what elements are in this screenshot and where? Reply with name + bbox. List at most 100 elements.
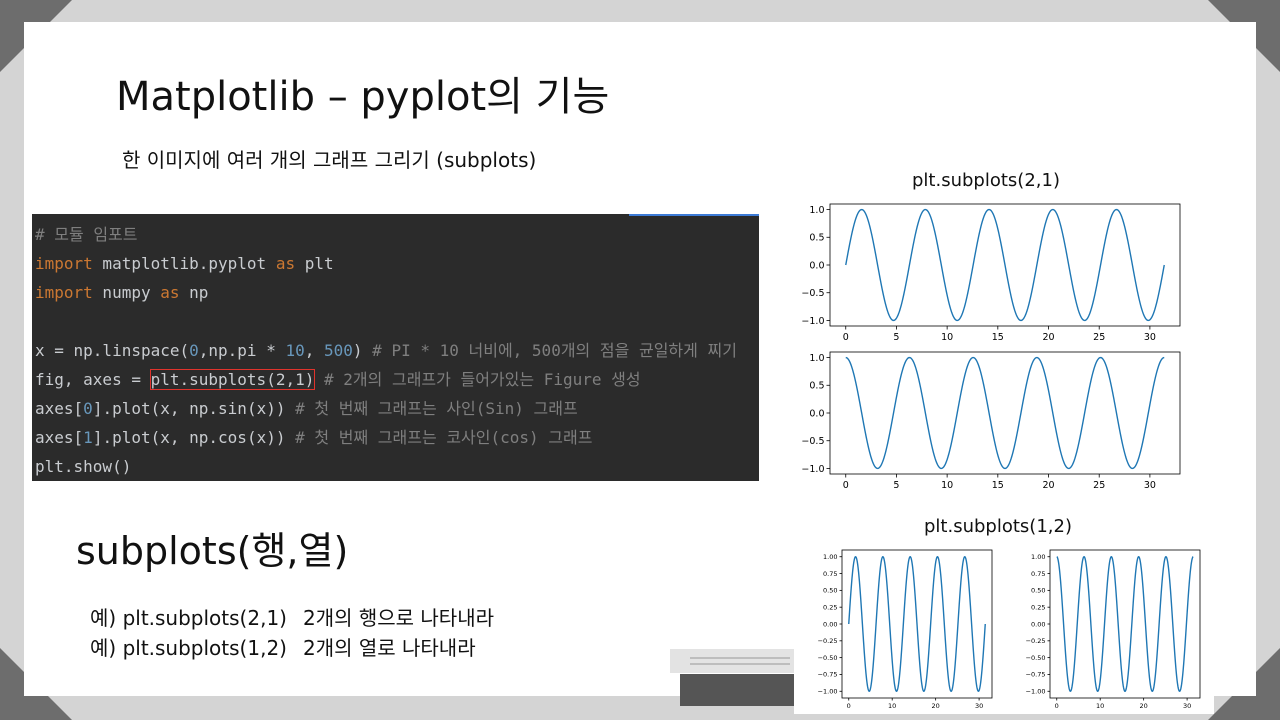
y-tick-label: −0.75 [818, 671, 838, 679]
x-tick-label: 20 [1042, 480, 1054, 491]
y-tick-label: 0.50 [1031, 587, 1045, 595]
y-tick-label: 0.75 [823, 570, 837, 578]
y-tick-label: 0.25 [823, 603, 837, 611]
example-call: plt.subplots(1,2) [122, 636, 287, 660]
example-prefix: 예) [90, 636, 117, 660]
y-tick-label: −1.0 [801, 464, 824, 475]
x-tick-label: 30 [975, 702, 983, 710]
y-tick-label: 0.0 [809, 260, 824, 271]
x-tick-label: 0 [843, 480, 849, 491]
code-token: 10 [285, 341, 305, 360]
code-token: ) [352, 341, 373, 360]
example-desc: 2개의 열로 나타내라 [302, 636, 476, 660]
code-token: ,np.pi * [198, 341, 286, 360]
code-token: axes[ [35, 399, 84, 418]
code-token: # PI * 10 너비에, 500개의 점을 균일하게 찌기 [372, 341, 737, 360]
series-line-sin [845, 208, 1165, 322]
code-token: # 2개의 그래프가 들어가있는 Figure 생성 [324, 370, 641, 389]
example-prefix: 예) [90, 606, 117, 630]
example-line-1: 예) plt.subplots(2,1) 2개의 행으로 나타내라 [90, 602, 494, 631]
y-tick-label: 1.00 [1031, 553, 1045, 561]
y-tick-label: 0.50 [823, 587, 837, 595]
code-token: # 모듈 임포트 [35, 225, 138, 244]
y-tick-label: 0.5 [809, 381, 824, 392]
code-line: import matplotlib.pyplot as plt [35, 249, 737, 278]
code-line: axes[0].plot(x, np.sin(x)) # 첫 번째 그래프는 사… [35, 394, 737, 423]
code-token: 0 [189, 341, 199, 360]
code-token: matplotlib.pyplot [92, 254, 276, 273]
y-tick-label: 0.75 [1031, 570, 1045, 578]
code-token: , [304, 341, 324, 360]
code-token: np [179, 283, 209, 302]
x-tick-label: 20 [1042, 332, 1054, 343]
axes-cos: 0 5 10 15 20 25 30 −1.0 −0.5 0.0 0.5 1.0 [801, 351, 1181, 491]
x-tick-label: 20 [1140, 702, 1148, 710]
code-lines: # 모듈 임포트 import matplotlib.pyplot as plt i… [35, 220, 737, 481]
x-tick-label: 20 [932, 702, 940, 710]
example-line-2: 예) plt.subplots(1,2) 2개의 열로 나타내라 [90, 632, 476, 661]
axes-right-cos: 0 10 20 30 −1.00 −0.75 −0.50 −0.25 0.00 0.25 0.50 0… [1026, 549, 1201, 710]
code-token: import [35, 254, 93, 273]
y-tick-label: −0.25 [1026, 637, 1046, 645]
code-token: plt.show() [35, 457, 132, 476]
figure-subplots-1x2: 0 10 20 30 −1.00 −0.75 −0.50 −0.25 0.00 0.25 0.50 0… [794, 542, 1214, 714]
code-token: as [275, 254, 296, 273]
decorative-bar-dark [680, 674, 800, 706]
y-tick-label: −1.00 [818, 688, 838, 696]
code-token: ].plot(x, np.sin(x)) [92, 399, 296, 418]
slide-title: Matplotlib – pyplot의 기능 [116, 74, 610, 120]
code-token: 500 [324, 341, 353, 360]
example-call: plt.subplots(2,1) [122, 606, 287, 630]
y-tick-label: 0.0 [809, 408, 824, 419]
code-line: import numpy as np [35, 278, 737, 307]
x-tick-label: 10 [941, 480, 953, 491]
x-tick-label: 25 [1093, 480, 1105, 491]
y-tick-label: −0.50 [1026, 654, 1046, 662]
plot-label-2x1: plt.subplots(2,1) [912, 170, 1060, 191]
code-screenshot: # 모듈 임포트 import matplotlib.pyplot as plt i… [32, 214, 759, 481]
x-tick-label: 30 [1144, 332, 1156, 343]
x-tick-label: 15 [992, 480, 1004, 491]
code-line: fig, axes = plt.subplots(2,1) # 2개의 그래프가… [35, 365, 737, 394]
code-line: # 모듈 임포트 [35, 220, 737, 249]
highlighted-call: plt.subplots(2,1) [149, 369, 316, 390]
y-tick-label: −1.00 [1026, 688, 1046, 696]
y-tick-label: −0.5 [801, 436, 824, 447]
code-line: axes[1].plot(x, np.cos(x)) # 첫 번째 그래프는 코… [35, 423, 737, 452]
x-tick-label: 25 [1093, 332, 1105, 343]
x-tick-label: 0 [843, 332, 849, 343]
y-tick-label: 0.5 [809, 233, 824, 244]
code-token: plt [295, 254, 334, 273]
section-heading: subplots(행,열) [76, 529, 349, 573]
plot-label-1x2: plt.subplots(1,2) [924, 516, 1072, 537]
series-line-sin [848, 555, 986, 693]
x-tick-label: 0 [847, 702, 851, 710]
editor-tab-indicator [629, 214, 759, 216]
y-tick-label: 0.00 [823, 620, 837, 628]
axes-frame [1049, 549, 1201, 699]
code-line: x = np.linspace(0,np.pi * 10, 500) # PI … [35, 336, 737, 365]
code-token: # 첫 번째 그래프는 코사인(cos) 그래프 [295, 428, 593, 447]
code-token: axes[ [35, 428, 84, 447]
y-tick-label: 1.0 [809, 353, 824, 364]
example-desc: 2개의 행으로 나타내라 [302, 606, 495, 630]
x-tick-label: 5 [893, 480, 899, 491]
x-tick-label: 15 [992, 332, 1004, 343]
code-token: x = np.linspace( [35, 341, 190, 360]
code-token: 1 [83, 428, 93, 447]
y-tick-label: 1.00 [823, 553, 837, 561]
code-token: # 첫 번째 그래프는 사인(Sin) 그래프 [295, 399, 578, 418]
code-token: import [35, 283, 93, 302]
code-token: ].plot(x, np.cos(x)) [92, 428, 296, 447]
code-token: as [160, 283, 180, 302]
slide: Matplotlib – pyplot의 기능 한 이미지에 여러 개의 그래프… [24, 22, 1256, 714]
code-token: numpy [92, 283, 161, 302]
y-tick-label: −0.5 [801, 288, 824, 299]
axes-frame [829, 351, 1181, 475]
y-tick-label: 0.00 [1031, 620, 1045, 628]
figure-subplots-2x1: 0 5 10 15 20 25 30 −1.0 −0.5 0.0 0.5 1.0 0 5 10 15 20 25… [784, 202, 1184, 502]
series-line-cos [1056, 555, 1194, 693]
x-tick-label: 0 [1055, 702, 1059, 710]
